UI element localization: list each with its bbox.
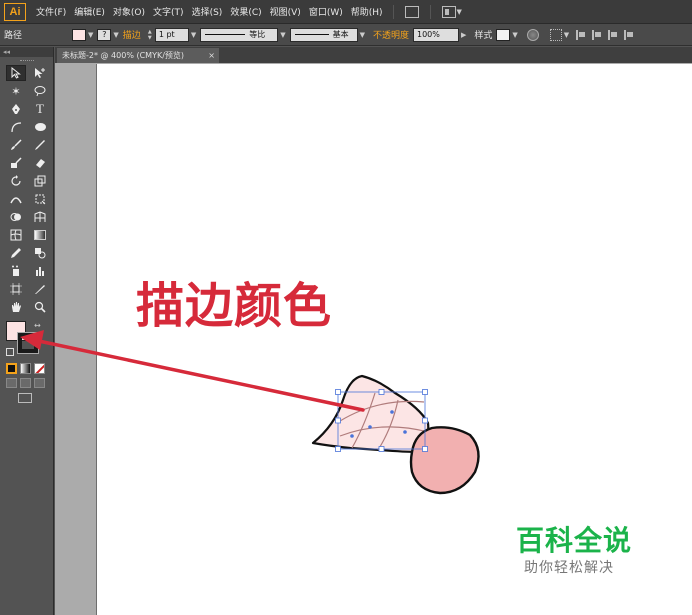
style-label: 样式 bbox=[474, 31, 493, 41]
chevron-down-icon[interactable]: ▼ bbox=[191, 31, 196, 39]
chevron-down-icon[interactable]: ▼ bbox=[564, 31, 569, 39]
fill-stroke-control: ↔ bbox=[4, 321, 53, 359]
type-tool-icon[interactable]: T bbox=[30, 101, 50, 117]
chevron-down-icon[interactable]: ▼ bbox=[88, 31, 93, 39]
fill-swatch[interactable] bbox=[72, 28, 87, 41]
watermark: 百科全说 助你轻松解决 bbox=[516, 524, 656, 578]
scale-tool-icon[interactable] bbox=[30, 173, 50, 189]
align-top-icon[interactable] bbox=[624, 29, 634, 40]
line-segment-tool-icon[interactable] bbox=[6, 119, 26, 135]
gradient-mode-icon[interactable] bbox=[20, 363, 31, 374]
draw-inside-icon[interactable] bbox=[34, 378, 45, 388]
perspective-grid-tool-icon[interactable] bbox=[30, 209, 50, 225]
recolor-artwork-icon[interactable] bbox=[526, 28, 539, 41]
rotate-tool-icon[interactable] bbox=[6, 173, 26, 189]
hand-tool-icon[interactable] bbox=[6, 299, 26, 315]
default-fill-stroke-icon[interactable] bbox=[6, 348, 14, 356]
align-center-icon[interactable] bbox=[592, 29, 602, 40]
document-tab-title: 未标题-2* @ 400% (CMYK/预览) bbox=[62, 51, 185, 60]
shape-builder-tool-icon[interactable] bbox=[6, 209, 26, 225]
menu-effect[interactable]: 效果(C) bbox=[226, 5, 265, 18]
menu-file[interactable]: 文件(F) bbox=[32, 5, 70, 18]
stroke-swatch-icon[interactable]: ? bbox=[97, 28, 112, 41]
align-right-icon[interactable] bbox=[608, 29, 618, 40]
document-tab-bar: 未标题-2* @ 400% (CMYK/预览) × bbox=[55, 47, 692, 63]
selection-type-label: 路径 bbox=[4, 31, 23, 41]
chevron-down-icon[interactable]: ▼ bbox=[360, 31, 365, 39]
artboard-tool-icon[interactable] bbox=[6, 281, 26, 297]
eyedropper-tool-icon[interactable] bbox=[6, 245, 26, 261]
gradient-tool-icon[interactable] bbox=[30, 227, 50, 243]
menu-edit[interactable]: 编辑(E) bbox=[70, 5, 109, 18]
control-bar: 路径 ▼ ? ▼ 描边 ▲ ▼ 1 pt ▼ 等比 ▼ 基本 ▼ 不透明度 100… bbox=[0, 24, 692, 46]
zoom-tool-icon[interactable] bbox=[30, 299, 50, 315]
lasso-tool-icon[interactable] bbox=[30, 83, 50, 99]
chevron-right-icon[interactable]: ▶ bbox=[461, 31, 466, 39]
chevron-down-icon[interactable]: ▼ bbox=[280, 31, 285, 39]
variable-width-profile-select[interactable]: 等比 bbox=[200, 27, 279, 42]
drawing-mode-row bbox=[0, 378, 53, 388]
close-icon[interactable]: × bbox=[208, 48, 215, 63]
draw-behind-icon[interactable] bbox=[20, 378, 31, 388]
arrange-documents-icon[interactable] bbox=[441, 5, 456, 18]
chevron-down-icon[interactable]: ▼ bbox=[113, 31, 118, 39]
magic-wand-tool-icon[interactable]: ✶ bbox=[6, 83, 26, 99]
stroke-weight-stepper[interactable]: ▲ ▼ bbox=[145, 28, 155, 42]
width-tool-icon[interactable] bbox=[6, 191, 26, 207]
selection-tool-icon[interactable] bbox=[6, 65, 26, 81]
bridge-icon[interactable] bbox=[404, 5, 419, 18]
color-mode-row bbox=[0, 363, 53, 374]
stroke-color-swatch[interactable] bbox=[17, 332, 39, 354]
swap-fill-stroke-icon[interactable]: ↔ bbox=[34, 321, 41, 330]
blend-tool-icon[interactable] bbox=[30, 245, 50, 261]
column-graph-tool-icon[interactable] bbox=[30, 263, 50, 279]
ellipse-tool-icon[interactable] bbox=[30, 119, 50, 135]
none-mode-icon[interactable] bbox=[34, 363, 45, 374]
menu-bar: Ai 文件(F) 编辑(E) 对象(O) 文字(T) 选择(S) 效果(C) 视… bbox=[0, 0, 692, 24]
chevron-down-icon[interactable]: ▼ bbox=[457, 8, 462, 16]
color-mode-icon[interactable] bbox=[6, 363, 17, 374]
menu-separator bbox=[392, 4, 394, 19]
opacity-label[interactable]: 不透明度 bbox=[373, 28, 409, 41]
watermark-subtitle: 助你轻松解决 bbox=[524, 560, 614, 576]
stroke-label[interactable]: 描边 bbox=[123, 28, 141, 41]
blob-brush-tool-icon[interactable] bbox=[6, 155, 26, 171]
menu-help[interactable]: 帮助(H) bbox=[347, 5, 387, 18]
slice-tool-icon[interactable] bbox=[30, 281, 50, 297]
graphic-style-swatch[interactable] bbox=[496, 28, 511, 41]
paintbrush-tool-icon[interactable] bbox=[6, 137, 26, 153]
menu-select[interactable]: 选择(S) bbox=[188, 5, 227, 18]
pen-tool-icon[interactable] bbox=[6, 101, 26, 117]
direct-selection-tool-icon[interactable] bbox=[30, 65, 50, 81]
tools-panel: ◂◂ ✶ T ↔ bbox=[0, 47, 54, 615]
screen-mode-icon[interactable] bbox=[18, 393, 32, 403]
stroke-weight-input[interactable]: 1 pt bbox=[154, 27, 189, 42]
profile-label: 等比 bbox=[249, 30, 266, 39]
annotation-label: 描边颜色 bbox=[136, 278, 333, 334]
tools-panel-collapse[interactable]: ◂◂ bbox=[0, 47, 53, 57]
stroke-line-preview bbox=[205, 34, 246, 35]
menu-window[interactable]: 窗口(W) bbox=[305, 5, 347, 18]
align-to-icon[interactable] bbox=[549, 28, 562, 41]
mesh-tool-icon[interactable] bbox=[6, 227, 26, 243]
brush-definition-select[interactable]: 基本 bbox=[289, 27, 358, 42]
app-logo: Ai bbox=[4, 2, 26, 21]
align-left-icon[interactable] bbox=[576, 29, 586, 40]
watermark-title: 百科全说 bbox=[516, 524, 633, 557]
free-transform-tool-icon[interactable] bbox=[30, 191, 50, 207]
menu-object[interactable]: 对象(O) bbox=[109, 5, 149, 18]
menu-separator bbox=[429, 4, 431, 19]
pencil-tool-icon[interactable] bbox=[30, 137, 50, 153]
symbol-sprayer-tool-icon[interactable] bbox=[6, 263, 26, 279]
document-tab[interactable]: 未标题-2* @ 400% (CMYK/预览) × bbox=[57, 48, 219, 63]
chevron-down-icon[interactable]: ▼ bbox=[512, 31, 517, 39]
draw-normal-icon[interactable] bbox=[6, 378, 17, 388]
eraser-tool-icon[interactable] bbox=[30, 155, 50, 171]
menu-type[interactable]: 文字(T) bbox=[149, 5, 188, 18]
brush-label: 基本 bbox=[332, 30, 349, 39]
menu-view[interactable]: 视图(V) bbox=[266, 5, 305, 18]
opacity-input[interactable]: 100% bbox=[413, 27, 459, 42]
stroke-line-preview bbox=[294, 34, 329, 35]
